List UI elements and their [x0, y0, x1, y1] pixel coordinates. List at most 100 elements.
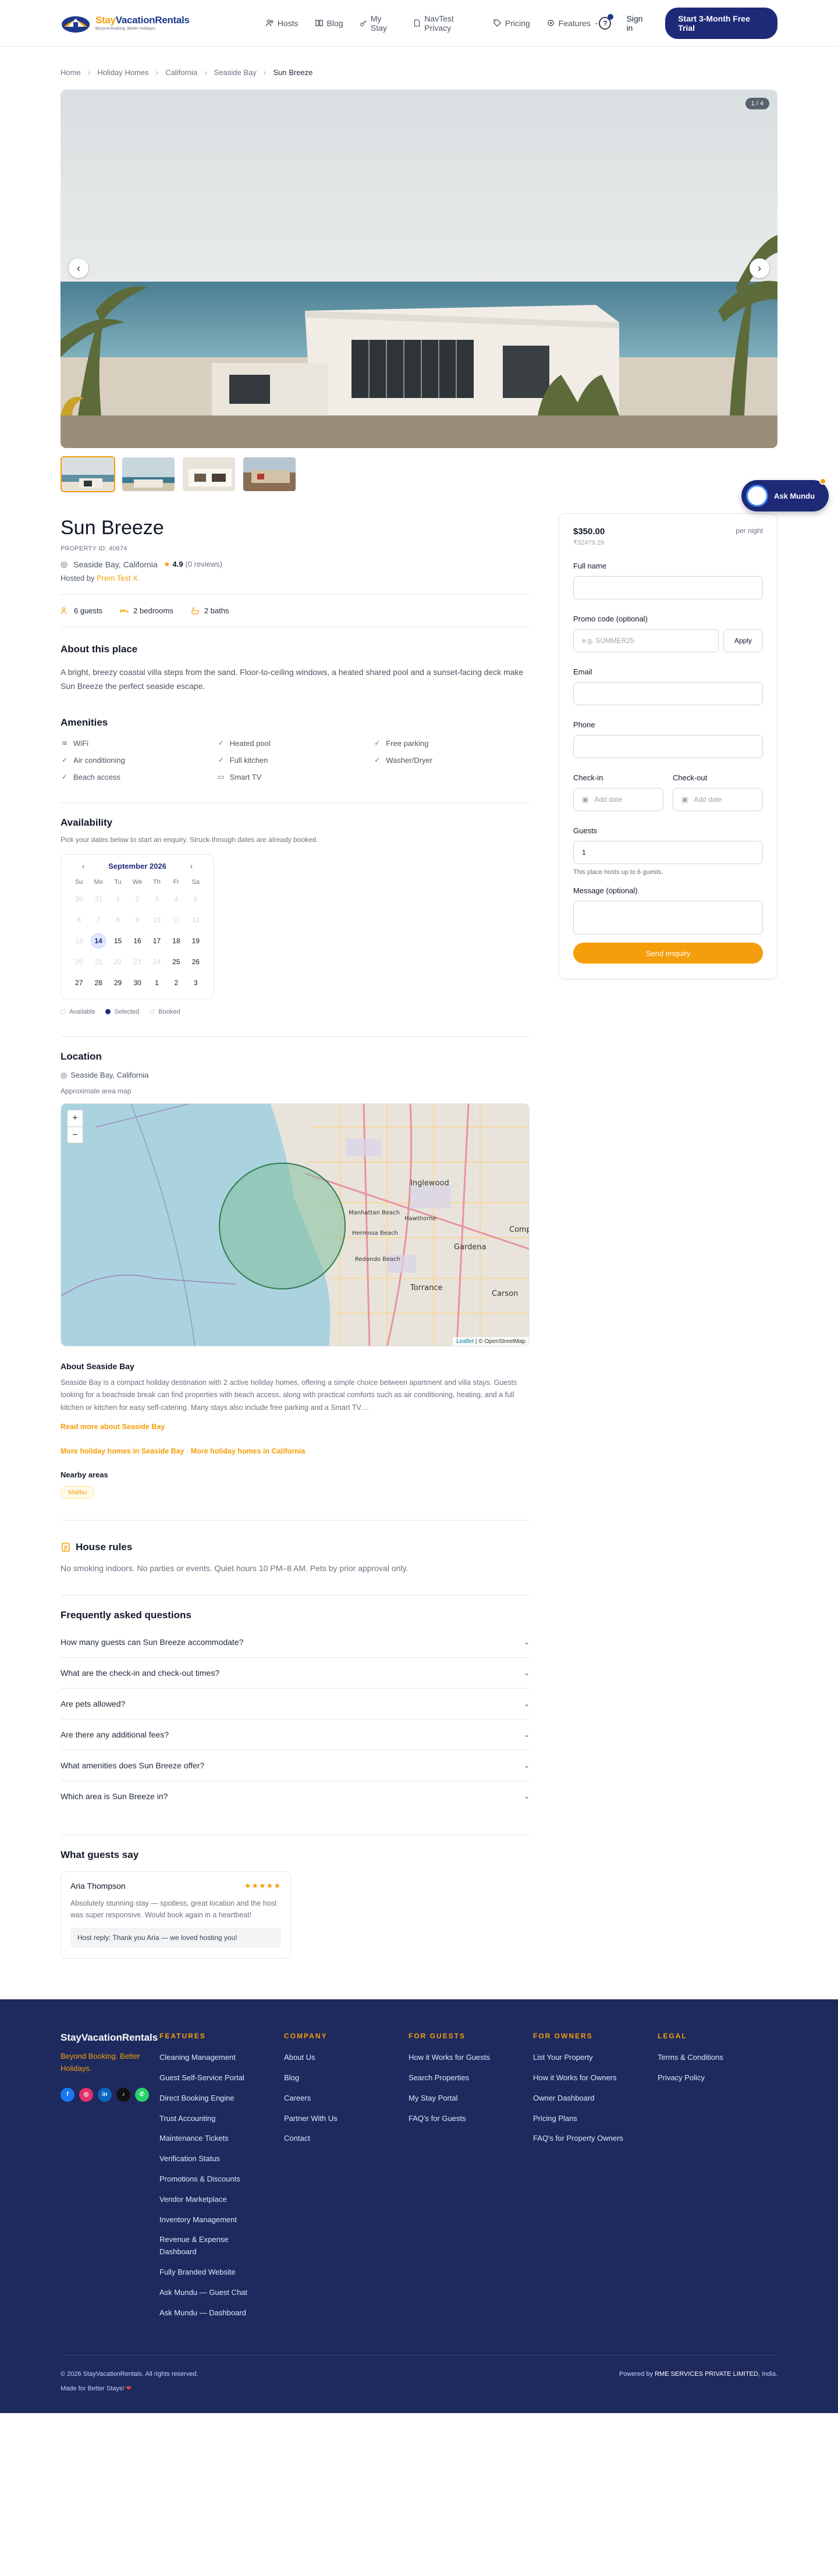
footer-link[interactable]: Privacy Policy	[658, 2072, 757, 2084]
full-name-field[interactable]	[573, 576, 763, 599]
free-trial-button[interactable]: Start 3-Month Free Trial	[665, 7, 777, 39]
more-homes-state-link[interactable]: More holiday homes in California	[191, 1447, 306, 1455]
breadcrumb-home[interactable]: Home	[61, 68, 81, 77]
guests-field[interactable]: 1	[573, 841, 763, 864]
checkout-field[interactable]: ▣ Add date	[673, 788, 763, 811]
footer-link[interactable]: List Your Property	[533, 2052, 632, 2064]
site-logo[interactable]: StayVacationRentals Beyond Booking. Bett…	[61, 12, 201, 35]
linkedin-icon[interactable]: in	[98, 2087, 112, 2102]
gallery-thumbnail[interactable]	[61, 456, 115, 492]
footer-link[interactable]: Trust Accounting	[159, 2113, 258, 2125]
nav-features[interactable]: Features ⌄	[546, 14, 599, 33]
nearby-chip[interactable]: Malibu	[61, 1486, 95, 1500]
hero-image[interactable]: 1 / 4 ‹ ›	[61, 90, 777, 448]
help-icon[interactable]: ?	[599, 13, 614, 30]
footer-link[interactable]: Promotions & Discounts	[159, 2173, 258, 2186]
footer-link[interactable]: Maintenance Tickets	[159, 2133, 258, 2145]
footer-link[interactable]: Pricing Plans	[533, 2113, 632, 2125]
calendar-day[interactable]: 19	[186, 933, 205, 948]
faq-item[interactable]: Are pets allowed? ⌄	[61, 1689, 530, 1720]
footer-link[interactable]: About Us	[284, 2052, 383, 2064]
gallery-thumbnail[interactable]	[242, 456, 297, 492]
message-field[interactable]	[573, 901, 763, 935]
phone-field[interactable]	[573, 735, 763, 758]
footer-link[interactable]: Partner With Us	[284, 2113, 383, 2125]
footer-link[interactable]: Terms & Conditions	[658, 2052, 757, 2064]
read-more-link[interactable]: Read more about Seaside Bay	[61, 1423, 165, 1431]
leaflet-link[interactable]: Leaflet	[456, 1338, 474, 1345]
calendar-day[interactable]: 16	[127, 933, 147, 948]
footer-link[interactable]: Owner Dashboard	[533, 2092, 632, 2105]
footer-link[interactable]: Verification Status	[159, 2153, 258, 2165]
faq-item[interactable]: What are the check-in and check-out time…	[61, 1658, 530, 1689]
calendar-day[interactable]: 22	[108, 954, 127, 969]
footer-link[interactable]: Careers	[284, 2092, 383, 2105]
zoom-out-button[interactable]: −	[68, 1126, 83, 1143]
calendar-day[interactable]: 18	[166, 933, 186, 948]
calendar-day[interactable]: 28	[88, 975, 108, 990]
calendar-day[interactable]: 21	[88, 954, 108, 969]
tiktok-icon[interactable]: ♪	[116, 2087, 130, 2102]
nav-pricing[interactable]: Pricing	[493, 14, 530, 33]
footer-link[interactable]: My Stay Portal	[409, 2092, 507, 2105]
footer-link[interactable]: Direct Booking Engine	[159, 2092, 258, 2105]
footer-link[interactable]: Contact	[284, 2133, 383, 2145]
breadcrumb-holiday-homes[interactable]: Holiday Homes	[97, 68, 148, 77]
faq-item[interactable]: What amenities does Sun Breeze offer? ⌄	[61, 1750, 530, 1782]
calendar-day[interactable]: 25	[166, 954, 186, 969]
faq-item[interactable]: Are there any additional fees? ⌄	[61, 1719, 530, 1751]
footer-link[interactable]: Blog	[284, 2072, 383, 2084]
faq-item[interactable]: How many guests can Sun Breeze accommoda…	[61, 1627, 530, 1658]
nav-my-stay[interactable]: My Stay	[360, 14, 397, 33]
footer-link[interactable]: Search Properties	[409, 2072, 507, 2084]
footer-link[interactable]: Ask Mundu — Guest Chat	[159, 2287, 258, 2299]
zoom-in-button[interactable]: +	[68, 1110, 83, 1127]
gallery-prev-button[interactable]: ‹	[69, 258, 88, 278]
area-map[interactable]: Inglewood Hawthorne Gardena Torrance Car…	[61, 1103, 530, 1346]
footer-link[interactable]: Vendor Marketplace	[159, 2194, 258, 2206]
calendar-day[interactable]: 27	[69, 975, 88, 990]
footer-link[interactable]: How it Works for Owners	[533, 2072, 632, 2084]
ask-mundu-widget[interactable]: Ask Mundu	[741, 478, 829, 511]
calendar-day[interactable]: 17	[147, 933, 166, 948]
gallery-thumbnail[interactable]	[121, 456, 176, 492]
footer-link[interactable]: Guest Self-Service Portal	[159, 2072, 258, 2084]
nav-blog[interactable]: Blog	[315, 14, 343, 33]
apply-promo-button[interactable]: Apply	[723, 629, 763, 652]
footer-link[interactable]: Inventory Management	[159, 2214, 258, 2226]
footer-link[interactable]: Cleaning Management	[159, 2052, 258, 2064]
footer-link[interactable]: Revenue & Expense Dashboard	[159, 2234, 258, 2258]
promo-code-field[interactable]: e.g. SUMMER25	[573, 629, 719, 652]
calendar-day[interactable]: 26	[186, 954, 205, 969]
send-enquiry-button[interactable]: Send enquiry	[573, 943, 763, 964]
gallery-next-button[interactable]: ›	[750, 258, 769, 278]
footer-link[interactable]: How it Works for Guests	[409, 2052, 507, 2064]
calendar-day[interactable]: 30	[127, 975, 147, 990]
whatsapp-icon[interactable]: ✆	[135, 2087, 149, 2102]
gallery-thumbnail[interactable]	[182, 456, 236, 492]
host-link[interactable]: Prem Test X	[97, 574, 138, 582]
footer-link[interactable]: Ask Mundu — Dashboard	[159, 2307, 258, 2319]
calendar-day[interactable]: 23	[127, 954, 147, 969]
calendar-day[interactable]: 20	[69, 954, 88, 969]
nav-hosts[interactable]: Hosts	[265, 14, 299, 33]
calendar-next-button[interactable]: ›	[190, 862, 193, 870]
calendar-day[interactable]: 14	[88, 933, 108, 948]
calendar-day[interactable]: 15	[108, 933, 127, 948]
breadcrumb-seaside-bay[interactable]: Seaside Bay	[214, 68, 257, 77]
calendar-prev-button[interactable]: ‹	[82, 862, 84, 870]
nav-privacy[interactable]: NavTest Privacy	[413, 14, 477, 33]
footer-link[interactable]: Fully Branded Website	[159, 2266, 258, 2279]
faq-item[interactable]: Which area is Sun Breeze in? ⌄	[61, 1781, 530, 1811]
email-field[interactable]	[573, 682, 763, 705]
calendar-day[interactable]: 24	[147, 954, 166, 969]
footer-link[interactable]: FAQ's for Guests	[409, 2113, 507, 2125]
signin-link[interactable]: Sign in	[626, 14, 650, 33]
facebook-icon[interactable]: f	[61, 2087, 74, 2102]
instagram-icon[interactable]: ◎	[79, 2087, 93, 2102]
calendar-day[interactable]: 29	[108, 975, 127, 990]
checkin-field[interactable]: ▣ Add date	[573, 788, 663, 811]
footer-link[interactable]: FAQ's for Property Owners	[533, 2133, 632, 2145]
breadcrumb-california[interactable]: California	[165, 68, 197, 77]
more-homes-area-link[interactable]: More holiday homes in Seaside Bay	[61, 1447, 184, 1455]
